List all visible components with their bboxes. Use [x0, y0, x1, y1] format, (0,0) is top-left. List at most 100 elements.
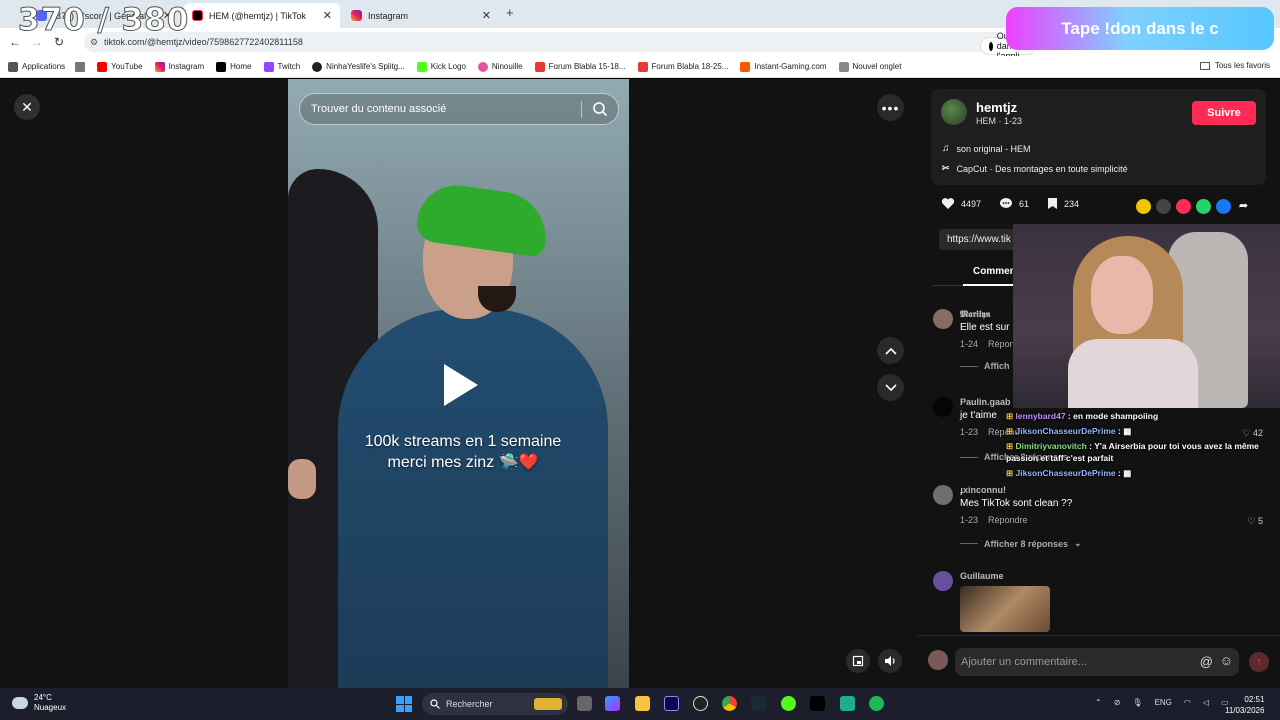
bookmark-instant-gaming[interactable]: Instant-Gaming.com	[740, 61, 827, 72]
previous-video-button[interactable]	[877, 337, 904, 364]
network-off-icon[interactable]: ⊘	[1114, 698, 1121, 707]
page-icon	[838, 61, 849, 72]
search-highlight-icon	[534, 698, 562, 710]
language-indicator[interactable]: ENG	[1155, 698, 1172, 707]
video-person-hand	[288, 459, 316, 499]
bookmark-kick[interactable]: Kick Logo	[416, 61, 466, 72]
jvc-icon	[534, 61, 545, 72]
commenter-name[interactable]: Guillaume	[960, 571, 1004, 581]
whatsapp-icon[interactable]	[1196, 199, 1211, 214]
author-username[interactable]: hemtjz	[976, 100, 1017, 115]
heart-icon	[477, 61, 488, 72]
more-options-button[interactable]: •••	[877, 94, 904, 121]
user-avatar[interactable]	[928, 650, 948, 670]
commenter-name[interactable]: ɟxinconnu!	[960, 485, 1006, 495]
next-video-button[interactable]	[877, 374, 904, 401]
emoji-icon[interactable]: ☺	[1220, 653, 1233, 668]
commenter-avatar[interactable]	[933, 485, 953, 505]
view-replies-button[interactable]: Affich	[960, 361, 1010, 371]
github-icon[interactable]	[693, 696, 708, 711]
pip-button[interactable]	[846, 649, 870, 673]
bookmark-ninouille[interactable]: Ninouille	[477, 61, 523, 72]
facebook-icon[interactable]	[1216, 199, 1231, 214]
bookmark-splitgate[interactable]: NinhaYeslife's Splitg...	[312, 61, 405, 72]
video-player[interactable]: Trouver du contenu associé 100k streams …	[288, 79, 629, 688]
more-icon: •••	[881, 99, 900, 116]
stream-chat-overlay: ⊞ lennybard47 : en mode shampoiing ⊞ Jik…	[1006, 410, 1280, 482]
commenter-name[interactable]: Paulin.gaab	[960, 397, 1011, 407]
task-view-icon[interactable]	[577, 696, 592, 711]
spotify-icon[interactable]	[869, 696, 884, 711]
tiktok-icon	[192, 10, 203, 21]
tiktok-app-icon[interactable]	[810, 696, 825, 711]
close-tab-icon[interactable]: ✕	[323, 9, 332, 22]
comment-text: je t'aime	[960, 410, 997, 421]
commenter-name[interactable]: 𝕸𝖆𝖗𝖎𝖑𝖞𝖓	[960, 309, 990, 320]
bookmark-instagram[interactable]: Instagram	[154, 61, 204, 72]
follow-button[interactable]: Suivre	[1192, 101, 1256, 125]
kick-app-icon[interactable]	[781, 696, 796, 711]
close-tab-icon[interactable]: ✕	[482, 9, 491, 22]
tab-instagram[interactable]: Instagram ✕	[343, 3, 499, 28]
coin-icon[interactable]	[1136, 199, 1151, 214]
share-icon[interactable]: ➦	[1236, 199, 1251, 214]
instagram-icon	[351, 10, 362, 21]
capcut-row[interactable]: ✂ CapCut · Des montages en toute simplic…	[942, 163, 1128, 174]
taskbar-search[interactable]: Rechercher	[422, 693, 568, 715]
copilot-icon[interactable]	[605, 696, 620, 711]
instant-gaming-icon	[740, 61, 751, 72]
url-field[interactable]: ⚙ tiktok.com/@hemtjz/video/7598627722402…	[84, 31, 1036, 61]
all-bookmarks[interactable]: Tous les favoris	[1199, 61, 1270, 70]
kick-icon	[416, 61, 427, 72]
premiere-pro-icon[interactable]	[664, 696, 679, 711]
bookmark-forum-15-18[interactable]: Forum Blabla 15-18...	[534, 61, 626, 72]
bookmark-applications[interactable]: Applications	[8, 61, 65, 72]
folder-icon	[1199, 61, 1210, 70]
author-avatar[interactable]	[941, 99, 967, 125]
clock[interactable]: 02:51 11/03/2026	[1225, 694, 1264, 716]
reply-button[interactable]: Répondre	[988, 515, 1028, 525]
comment-item: ɟxinconnu! Mes TikTok sont clean ?? 1-23…	[933, 485, 1273, 555]
speaker-icon[interactable]: ◁	[1203, 698, 1209, 707]
comment-like[interactable]: ♡ 5	[1247, 516, 1263, 527]
comment-date: 1-24	[960, 339, 979, 349]
bookmark-youtube[interactable]: YouTube	[97, 61, 143, 72]
chevron-up-icon[interactable]: ⌃	[1095, 698, 1102, 707]
microphone-icon[interactable]: 🎙	[1132, 698, 1142, 707]
video-link-field[interactable]: https://www.tik	[939, 229, 1019, 250]
comment-image[interactable]	[960, 586, 1050, 632]
comment-button[interactable]: 61	[999, 197, 1029, 210]
search-icon[interactable]	[592, 101, 608, 117]
bookmark-twitch[interactable]: Twitch	[263, 61, 300, 72]
commenter-avatar[interactable]	[933, 397, 953, 417]
steam-icon[interactable]	[751, 696, 766, 711]
post-comment-button[interactable]: ↑	[1249, 652, 1269, 672]
bookmark-new-tab[interactable]: Nouvel onglet	[838, 61, 901, 72]
bookmark-forum-18-25[interactable]: Forum Blabla 18-25...	[637, 61, 728, 72]
file-explorer-icon[interactable]	[635, 696, 650, 711]
apps-launcher-icon[interactable]	[75, 61, 86, 72]
weather-widget[interactable]: 24°C Nuageux	[12, 693, 66, 713]
bookmark-home[interactable]: Home	[216, 61, 252, 72]
comment-input[interactable]: Ajouter un commentaire... @ ☺	[955, 648, 1239, 676]
like-button[interactable]: 4497	[941, 197, 981, 210]
tab-tiktok[interactable]: HEM (@hemtjz) | TikTok ✕	[184, 3, 340, 28]
commenter-avatar[interactable]	[933, 309, 953, 329]
save-button[interactable]: 234	[1047, 197, 1079, 210]
commenter-avatar[interactable]	[933, 571, 953, 591]
send-icon[interactable]	[1176, 199, 1191, 214]
view-replies-button[interactable]: Afficher 8 réponses ⌄	[960, 538, 1082, 549]
mention-icon[interactable]: @	[1200, 654, 1213, 669]
embed-icon[interactable]	[1156, 199, 1171, 214]
close-video-button[interactable]: ✕	[14, 94, 40, 120]
chrome-icon[interactable]	[722, 696, 737, 711]
volume-button[interactable]	[878, 649, 902, 673]
wifi-icon[interactable]: ◠	[1184, 698, 1191, 707]
start-button[interactable]	[396, 696, 412, 712]
play-icon[interactable]	[444, 364, 478, 406]
streamlabs-icon[interactable]	[840, 696, 855, 711]
music-row[interactable]: ♫ son original - HEM	[942, 143, 1031, 154]
related-search-input[interactable]: Trouver du contenu associé	[299, 93, 619, 125]
new-tab-button[interactable]: +	[506, 5, 514, 20]
site-info-icon[interactable]: ⚙	[90, 37, 98, 48]
